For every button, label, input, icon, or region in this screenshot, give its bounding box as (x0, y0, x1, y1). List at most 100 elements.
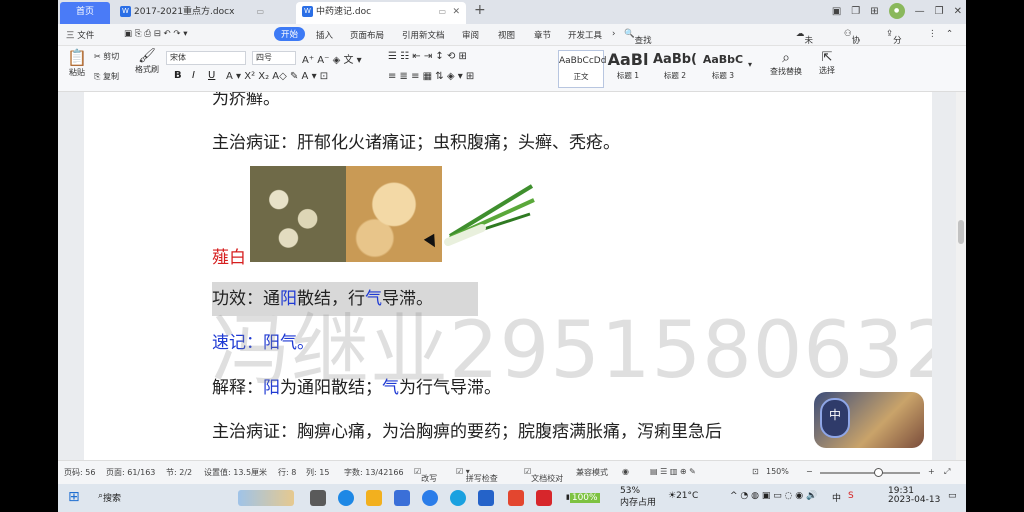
align-buttons[interactable]: ≡ ≣ ≡ ▦ ⇅ ◈ ▾ ⊞ (388, 71, 474, 82)
style-heading-1[interactable]: AaBl 标题 1 (606, 50, 650, 88)
app-icon-blue[interactable] (422, 490, 438, 506)
status-page-count[interactable]: 页面: 61/163 (106, 467, 155, 478)
status-compat: 兼容模式 (576, 468, 608, 477)
underline-button[interactable]: U (208, 70, 215, 81)
status-setting: 设置值: 13.5厘米 (204, 468, 268, 477)
wps-office-icon[interactable] (536, 490, 552, 506)
styles-more-icon[interactable]: ▾ (748, 60, 752, 69)
text-effects-buttons[interactable]: A ▾ X² X₂ A◇ ✎ A ▾ ⊡ (226, 71, 328, 82)
zoom-out-icon[interactable]: − (806, 467, 813, 476)
tab-insert[interactable]: 插入 (316, 29, 333, 41)
ime-indicator[interactable]: 中 (832, 491, 841, 504)
restore-view-icon[interactable]: ❐ (851, 6, 860, 17)
file-explorer-icon[interactable] (366, 490, 382, 506)
layout-icon[interactable]: ▣ (832, 6, 841, 17)
avatar[interactable]: ● (888, 3, 905, 19)
bold-button[interactable]: B (174, 70, 182, 81)
status-col: 列: 15 (306, 468, 330, 477)
italic-button[interactable]: I (192, 70, 195, 81)
font-name-value: 宋体 (166, 51, 246, 65)
status-row: 行: 8 (278, 468, 297, 477)
minimize-icon[interactable]: — (915, 6, 925, 17)
quick-access-icons[interactable]: ▣ ⎘ ⎙ ⊟ ↶ ↷ ▾ (124, 29, 187, 39)
tab-review[interactable]: 审阅 (462, 29, 479, 41)
tab-reference[interactable]: 引用新文档 (402, 29, 445, 41)
app-icon-red[interactable] (508, 490, 524, 506)
style-heading-2[interactable]: AaBb( 标题 2 (652, 50, 698, 88)
maximize-icon[interactable]: ❐ (935, 6, 944, 17)
collab-button[interactable]: ⚇ 协作 (844, 29, 860, 58)
eye-protection-icon[interactable]: ◉ (622, 467, 629, 476)
fit-page-icon[interactable]: ⊡ (752, 467, 759, 476)
share-button[interactable]: ⇪ 分享 (886, 29, 902, 58)
tab-chapter[interactable]: 章节 (534, 29, 551, 41)
tab-devtools[interactable]: 开发工具 (568, 29, 602, 41)
style-heading-3[interactable]: AaBbC 标题 3 (700, 50, 746, 88)
browser-icon[interactable] (450, 490, 466, 506)
status-proof[interactable]: ☑ 文档校对 (524, 467, 563, 483)
font-name-select[interactable]: 宋体 (166, 51, 246, 65)
brush-icon: 🖌 (138, 48, 156, 64)
new-tab-button[interactable]: + (474, 2, 486, 18)
herb-name: 薤白 (212, 248, 246, 268)
unsync-button[interactable]: ☁ 未同步 (796, 29, 813, 70)
font-size-select[interactable]: 四号 (252, 51, 296, 65)
tab-layout[interactable]: 页面布局 (350, 29, 384, 41)
windows-start-icon[interactable]: ⊞ (68, 489, 80, 505)
menu-file[interactable]: 三 文件 (66, 29, 94, 41)
zoom-level[interactable]: 150% (766, 467, 789, 476)
news-widget-icon[interactable] (238, 490, 294, 506)
format-painter-label: 格式刷 (135, 65, 159, 74)
document-page[interactable]: 为疥癣。 主治病证：肝郁化火诸痛证；虫积腹痛；头癣、秃疮。 薤白 功效：通阳散结… (84, 92, 932, 460)
vertical-scrollbar[interactable] (956, 92, 966, 460)
font-size-controls[interactable]: A⁺ A⁻ ◈ 文 ▾ (302, 51, 362, 66)
tab-view[interactable]: 视图 (498, 29, 515, 41)
copy-label: 复制 (102, 72, 119, 81)
format-painter-button[interactable]: 🖌 格式刷 (132, 48, 162, 75)
tray-icons[interactable]: ^ ◔ ◍ ▣ ▭ ◌ ◉ 🔊 (730, 491, 817, 501)
zoom-slider[interactable] (820, 468, 920, 477)
app-icon-dark-blue[interactable] (478, 490, 494, 506)
grid-icon[interactable]: ⊞ (870, 6, 878, 17)
close-tab-icon[interactable]: ✕ (452, 2, 460, 22)
status-words[interactable]: 字数: 13/42166 (344, 467, 404, 478)
view-mode-icons[interactable]: ▤ ☰ ▥ ⊕ ✎ (650, 467, 696, 476)
explain-mid: 为通阳散结； (280, 378, 382, 398)
task-view-icon[interactable] (310, 490, 326, 506)
explain-qi: 气 (382, 378, 399, 398)
list-buttons[interactable]: ☰ ☷ ⇤ ⇥ ↕ ⟲ ⊞ (388, 51, 467, 62)
close-window-icon[interactable]: ✕ (954, 6, 962, 17)
sogou-icon[interactable]: S (848, 491, 854, 501)
store-icon[interactable] (394, 490, 410, 506)
floating-assistant-widget[interactable]: 中 (814, 392, 924, 448)
copy-button[interactable]: ⎘ 复制 (94, 71, 119, 82)
paste-button[interactable]: 📋 粘贴 (64, 48, 90, 78)
select-button[interactable]: ⇱ 选择 (812, 50, 842, 76)
weather[interactable]: ☀ 21°C (668, 491, 698, 501)
status-revise[interactable]: ☑ 改写 (414, 467, 437, 483)
command-search[interactable]: 🔍查找命令、搜索模板 (624, 29, 652, 94)
menu-more-icon[interactable]: › (612, 29, 615, 39)
tab-document-1[interactable]: W 2017-2021重点方.docx ▭ (114, 2, 284, 24)
zoom-slider-knob[interactable] (874, 468, 883, 477)
cut-button[interactable]: ✂ 剪切 (94, 51, 119, 62)
tab-start[interactable]: 开始 (274, 27, 306, 41)
tab-home[interactable]: 首页 (60, 2, 110, 24)
font-size-value: 四号 (252, 51, 296, 65)
edge-browser-icon[interactable] (338, 490, 354, 506)
scrollbar-thumb[interactable] (958, 220, 964, 244)
more-options-icon[interactable]: ⋮ (928, 29, 937, 39)
collapse-ribbon-icon[interactable]: ⌃ (946, 29, 953, 39)
doc-line-indications-1: 主治病证：肝郁化火诸痛证；虫积腹痛；头癣、秃疮。 (212, 133, 620, 153)
status-spell[interactable]: ☑ 拼写检查 ▾ (456, 467, 498, 483)
notification-icon[interactable]: ▭ (948, 491, 957, 501)
battery-indicator[interactable]: ▮ 100% (566, 493, 600, 503)
taskbar-search[interactable]: ⌕ 搜索 (98, 491, 121, 504)
style-normal[interactable]: AaBbCcDd 正文 (558, 50, 606, 88)
zoom-in-icon[interactable]: + (928, 467, 935, 476)
fullscreen-icon[interactable]: ⤢ (944, 467, 950, 477)
efficacy-mid: 散结，行 (297, 289, 365, 309)
find-replace-button[interactable]: ⌕ 查找替换 (764, 50, 808, 77)
tab-document-2[interactable]: W 中药速记.doc ▭ ✕ (296, 2, 466, 24)
monitor-icon[interactable]: ▭ (438, 2, 446, 22)
